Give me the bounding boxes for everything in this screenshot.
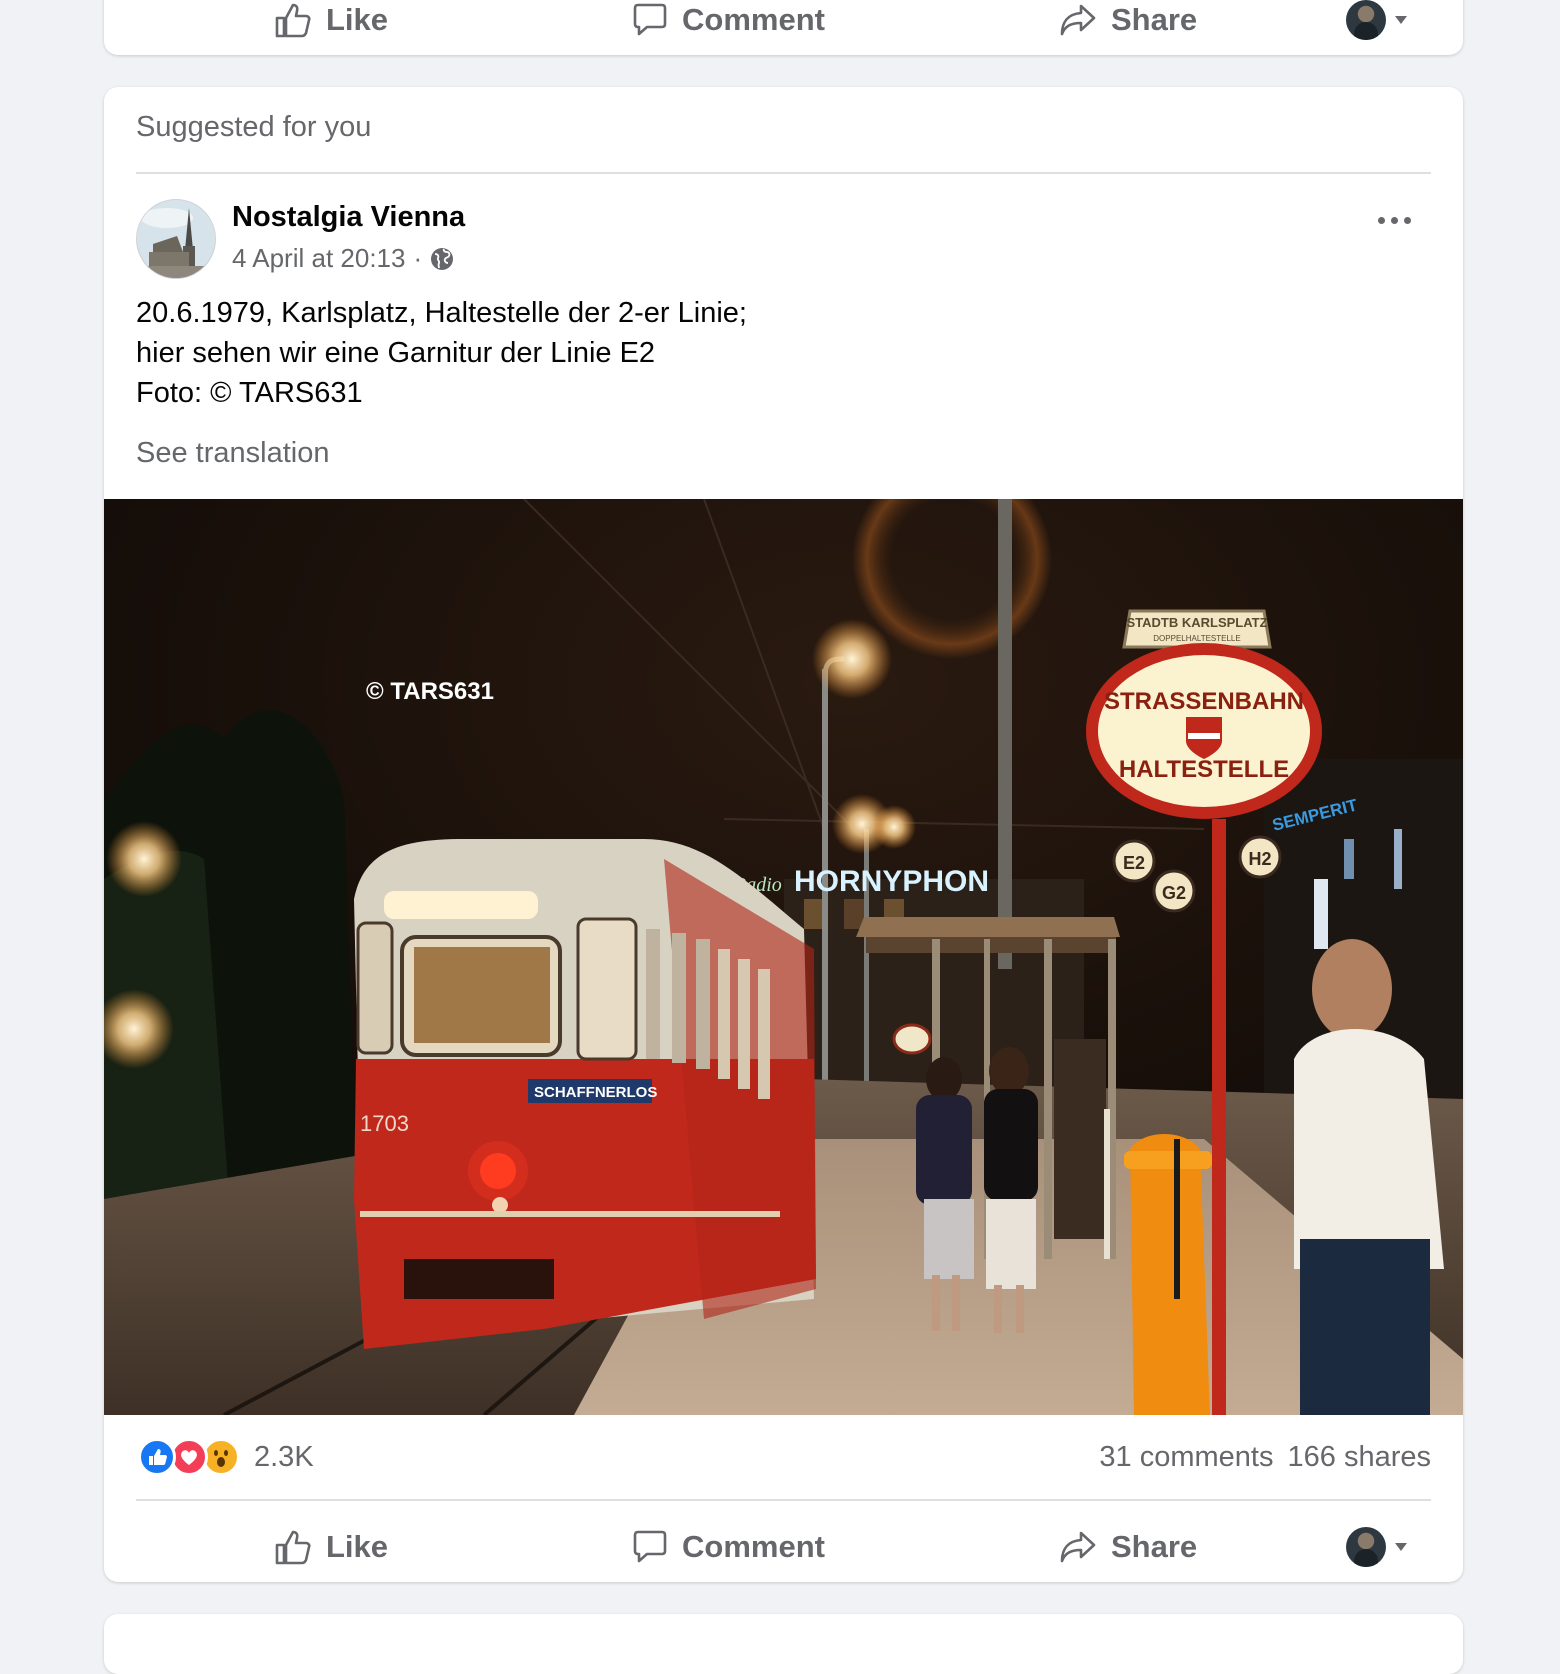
comment-button[interactable]: Comment [632, 1512, 825, 1582]
share-arrow-icon [1060, 4, 1096, 36]
page-name-link[interactable]: Nostalgia Vienna [232, 201, 465, 234]
photo-watermark: © TARS631 [366, 678, 494, 705]
share-button[interactable]: Share [1059, 1512, 1197, 1582]
like-button[interactable]: Like [274, 0, 388, 55]
share-button[interactable]: Share [1059, 0, 1197, 55]
like-label: Like [326, 1529, 389, 1564]
meta-separator: · [413, 243, 423, 273]
reaction-profile-selector[interactable] [1346, 1512, 1408, 1582]
dot [1404, 217, 1411, 224]
shares-count-link[interactable]: 166 shares [1288, 1441, 1432, 1474]
like-button[interactable]: Like [274, 1512, 388, 1582]
caret-down-icon [1395, 1543, 1407, 1551]
tram-night-photo: Radio HORNYPHON SCHAFFNERLOS 1703 STADTB… [104, 499, 1463, 1415]
user-avatar [1346, 1527, 1386, 1567]
stop-top-subtext: DOPPELHALTESTELLE [1153, 634, 1240, 643]
tram-graphic: SCHAFFNERLOS 1703 [354, 839, 816, 1349]
divider [136, 172, 1431, 174]
comment-label: Comment [682, 2, 825, 37]
neon-sign-text: HORNYPHON [794, 865, 989, 898]
like-label: Like [326, 2, 389, 37]
stop-top-text: STADTB KARLSPLATZ [1126, 615, 1267, 630]
stop-sign-lower-text: HALTESTELLE [1119, 756, 1289, 783]
thumbs-up-icon [275, 3, 311, 38]
like-reaction-icon [138, 1438, 176, 1476]
globe-icon [431, 247, 454, 270]
caret-down-icon [1395, 16, 1407, 24]
thumbs-up-icon [275, 1530, 311, 1565]
dot [1391, 217, 1398, 224]
previous-post-action-bar: Like Comment Share [104, 0, 1463, 55]
post-text-line: Foto: © TARS631 [136, 377, 363, 409]
stop-sign-upper-text: STRASSENBAHN [1104, 688, 1304, 715]
user-avatar [1346, 0, 1386, 40]
reactions-summary[interactable]: 2.3K [138, 1437, 314, 1477]
comments-count-link[interactable]: 31 comments [1099, 1441, 1273, 1474]
post-action-bar: Like Comment Share [104, 1512, 1463, 1582]
route-badge-e2: E2 [1123, 853, 1145, 873]
share-arrow-icon [1060, 1531, 1096, 1563]
comment-bubble-icon [633, 1530, 667, 1563]
reaction-profile-selector[interactable] [1346, 0, 1408, 55]
divider [136, 1499, 1431, 1501]
share-label: Share [1111, 2, 1198, 37]
page-avatar[interactable] [136, 199, 216, 279]
previous-post-card: Like Comment Share [104, 0, 1463, 55]
reaction-count: 2.3K [254, 1440, 314, 1473]
suggested-label: Suggested for you [136, 111, 372, 143]
see-translation-link[interactable]: See translation [136, 437, 329, 470]
post-text-line: hier sehen wir eine Garnitur der Linie E… [136, 337, 656, 369]
share-label: Share [1111, 1529, 1198, 1564]
route-badge-h2: H2 [1248, 849, 1271, 869]
post-timestamp[interactable]: 4 April at 20:13 [232, 243, 405, 274]
next-post-card [104, 1614, 1463, 1674]
route-badge-g2: G2 [1162, 883, 1186, 903]
comment-label: Comment [682, 1529, 825, 1564]
tram-destination-text: SCHAFFNERLOS [534, 1084, 657, 1101]
post-photo[interactable]: Radio HORNYPHON SCHAFFNERLOS 1703 STADTB… [104, 499, 1463, 1415]
comment-bubble-icon [633, 3, 667, 36]
post-text: 20.6.1979, Karlsplatz, Haltestelle der 2… [136, 293, 747, 413]
dot [1378, 217, 1385, 224]
post-text-line: 20.6.1979, Karlsplatz, Haltestelle der 2… [136, 297, 747, 329]
engagement-counts: 31 comments 166 shares [1099, 1441, 1431, 1474]
tram-number-text: 1703 [360, 1111, 409, 1136]
post-card: Suggested for you Nostalgia Vienna 4 Apr… [104, 87, 1463, 1582]
post-meta: 4 April at 20:13 · [232, 243, 454, 274]
cathedral-avatar-image [137, 200, 215, 278]
more-options-button[interactable] [1378, 217, 1411, 224]
comment-button[interactable]: Comment [632, 0, 825, 55]
